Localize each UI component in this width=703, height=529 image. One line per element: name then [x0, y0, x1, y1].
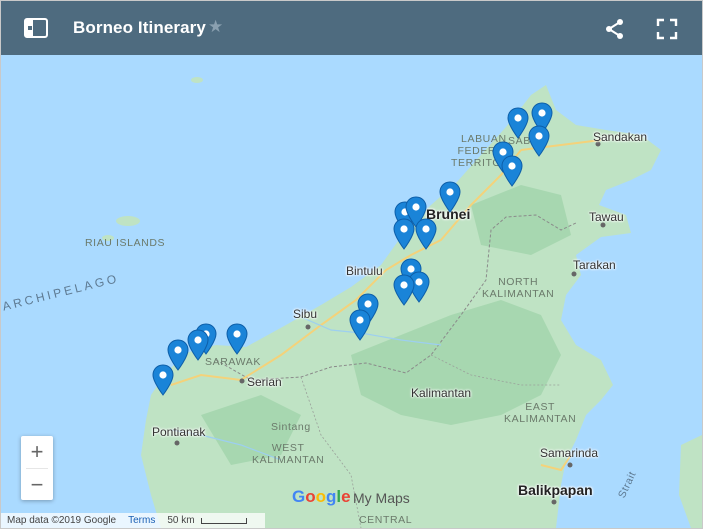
map-data-credit: Map data ©2019 Google [7, 515, 117, 526]
zoom-out-button[interactable]: − [21, 469, 53, 501]
label-pontianak: Pontianak [152, 425, 206, 439]
label-tarakan: Tarakan [573, 258, 616, 272]
map-title: Borneo Itinerary [73, 18, 206, 37]
scale-label: 50 km [167, 515, 195, 526]
city-dot [305, 324, 311, 330]
map-pin-icon[interactable] [393, 218, 415, 250]
city-dot [551, 499, 557, 505]
label-riau-islands: RIAU ISLANDS [85, 237, 166, 249]
label-west-kalimantan: WEST KALIMANTAN [252, 442, 325, 466]
map-canvas[interactable]: Sandakan Tawau Tarakan Bintulu Sibu Seri… [1, 55, 702, 528]
map-pin-icon[interactable] [415, 218, 437, 250]
share-icon[interactable] [603, 17, 627, 41]
label-east-kalimantan: EAST KALIMANTAN [504, 401, 577, 425]
zoom-control: + − [21, 436, 53, 500]
terms-link[interactable]: Terms [128, 515, 155, 526]
island [116, 216, 140, 226]
map-pin-icon[interactable] [439, 181, 461, 213]
attribution-bar: Map data ©2019 Google Terms 50 km [1, 513, 265, 528]
fullscreen-icon[interactable] [656, 18, 678, 40]
map-pin-icon[interactable] [528, 125, 550, 157]
label-tawau: Tawau [589, 210, 624, 224]
map-pin-icon[interactable] [393, 274, 415, 306]
map-pin-icon[interactable] [152, 364, 174, 396]
google-logo-letter: o [315, 487, 327, 506]
google-logo-letter: G [292, 487, 306, 506]
map-pin-icon[interactable] [349, 309, 371, 341]
map-pin-icon[interactable] [501, 155, 523, 187]
label-sintang: Sintang [271, 421, 311, 433]
header-bar: Borneo Itinerary ★ [1, 1, 702, 55]
label-serian: Serian [247, 375, 282, 389]
google-logo-letter: o [305, 487, 316, 506]
label-north-kalimantan: NORTH KALIMANTAN [482, 276, 555, 300]
zoom-in-button[interactable]: + [21, 436, 53, 468]
map-legend-icon[interactable] [23, 16, 49, 40]
google-logo-letter: g [326, 487, 337, 506]
sulawesi-coast [679, 435, 702, 528]
my-maps-brand: My Maps [353, 490, 410, 506]
label-central-kalimantan: CENTRAL [359, 514, 413, 526]
city-dot [571, 271, 577, 277]
city-dot [174, 440, 180, 446]
island [191, 77, 203, 83]
label-sibu: Sibu [293, 307, 318, 321]
city-dot [239, 378, 245, 384]
label-sarawak: SARAWAK [205, 356, 261, 368]
borneo-landmass [141, 85, 661, 528]
label-kalimantan: Kalimantan [411, 386, 472, 400]
label-samarinda: Samarinda [540, 446, 599, 460]
city-dot [567, 462, 573, 468]
map-pin-icon[interactable] [507, 107, 529, 139]
label-sandakan: Sandakan [593, 130, 648, 144]
star-icon[interactable]: ★ [208, 17, 223, 37]
label-bintulu: Bintulu [346, 264, 383, 278]
scale-bar [200, 517, 247, 524]
map-pin-icon[interactable] [187, 329, 209, 361]
app-frame: Borneo Itinerary ★ Sandakan Tawau Taraka… [0, 0, 703, 529]
google-logo: Google [292, 487, 351, 507]
google-logo-letter: e [341, 487, 351, 506]
map-pin-icon[interactable] [226, 323, 248, 355]
label-balikpapan: Balikpapan [518, 482, 593, 498]
